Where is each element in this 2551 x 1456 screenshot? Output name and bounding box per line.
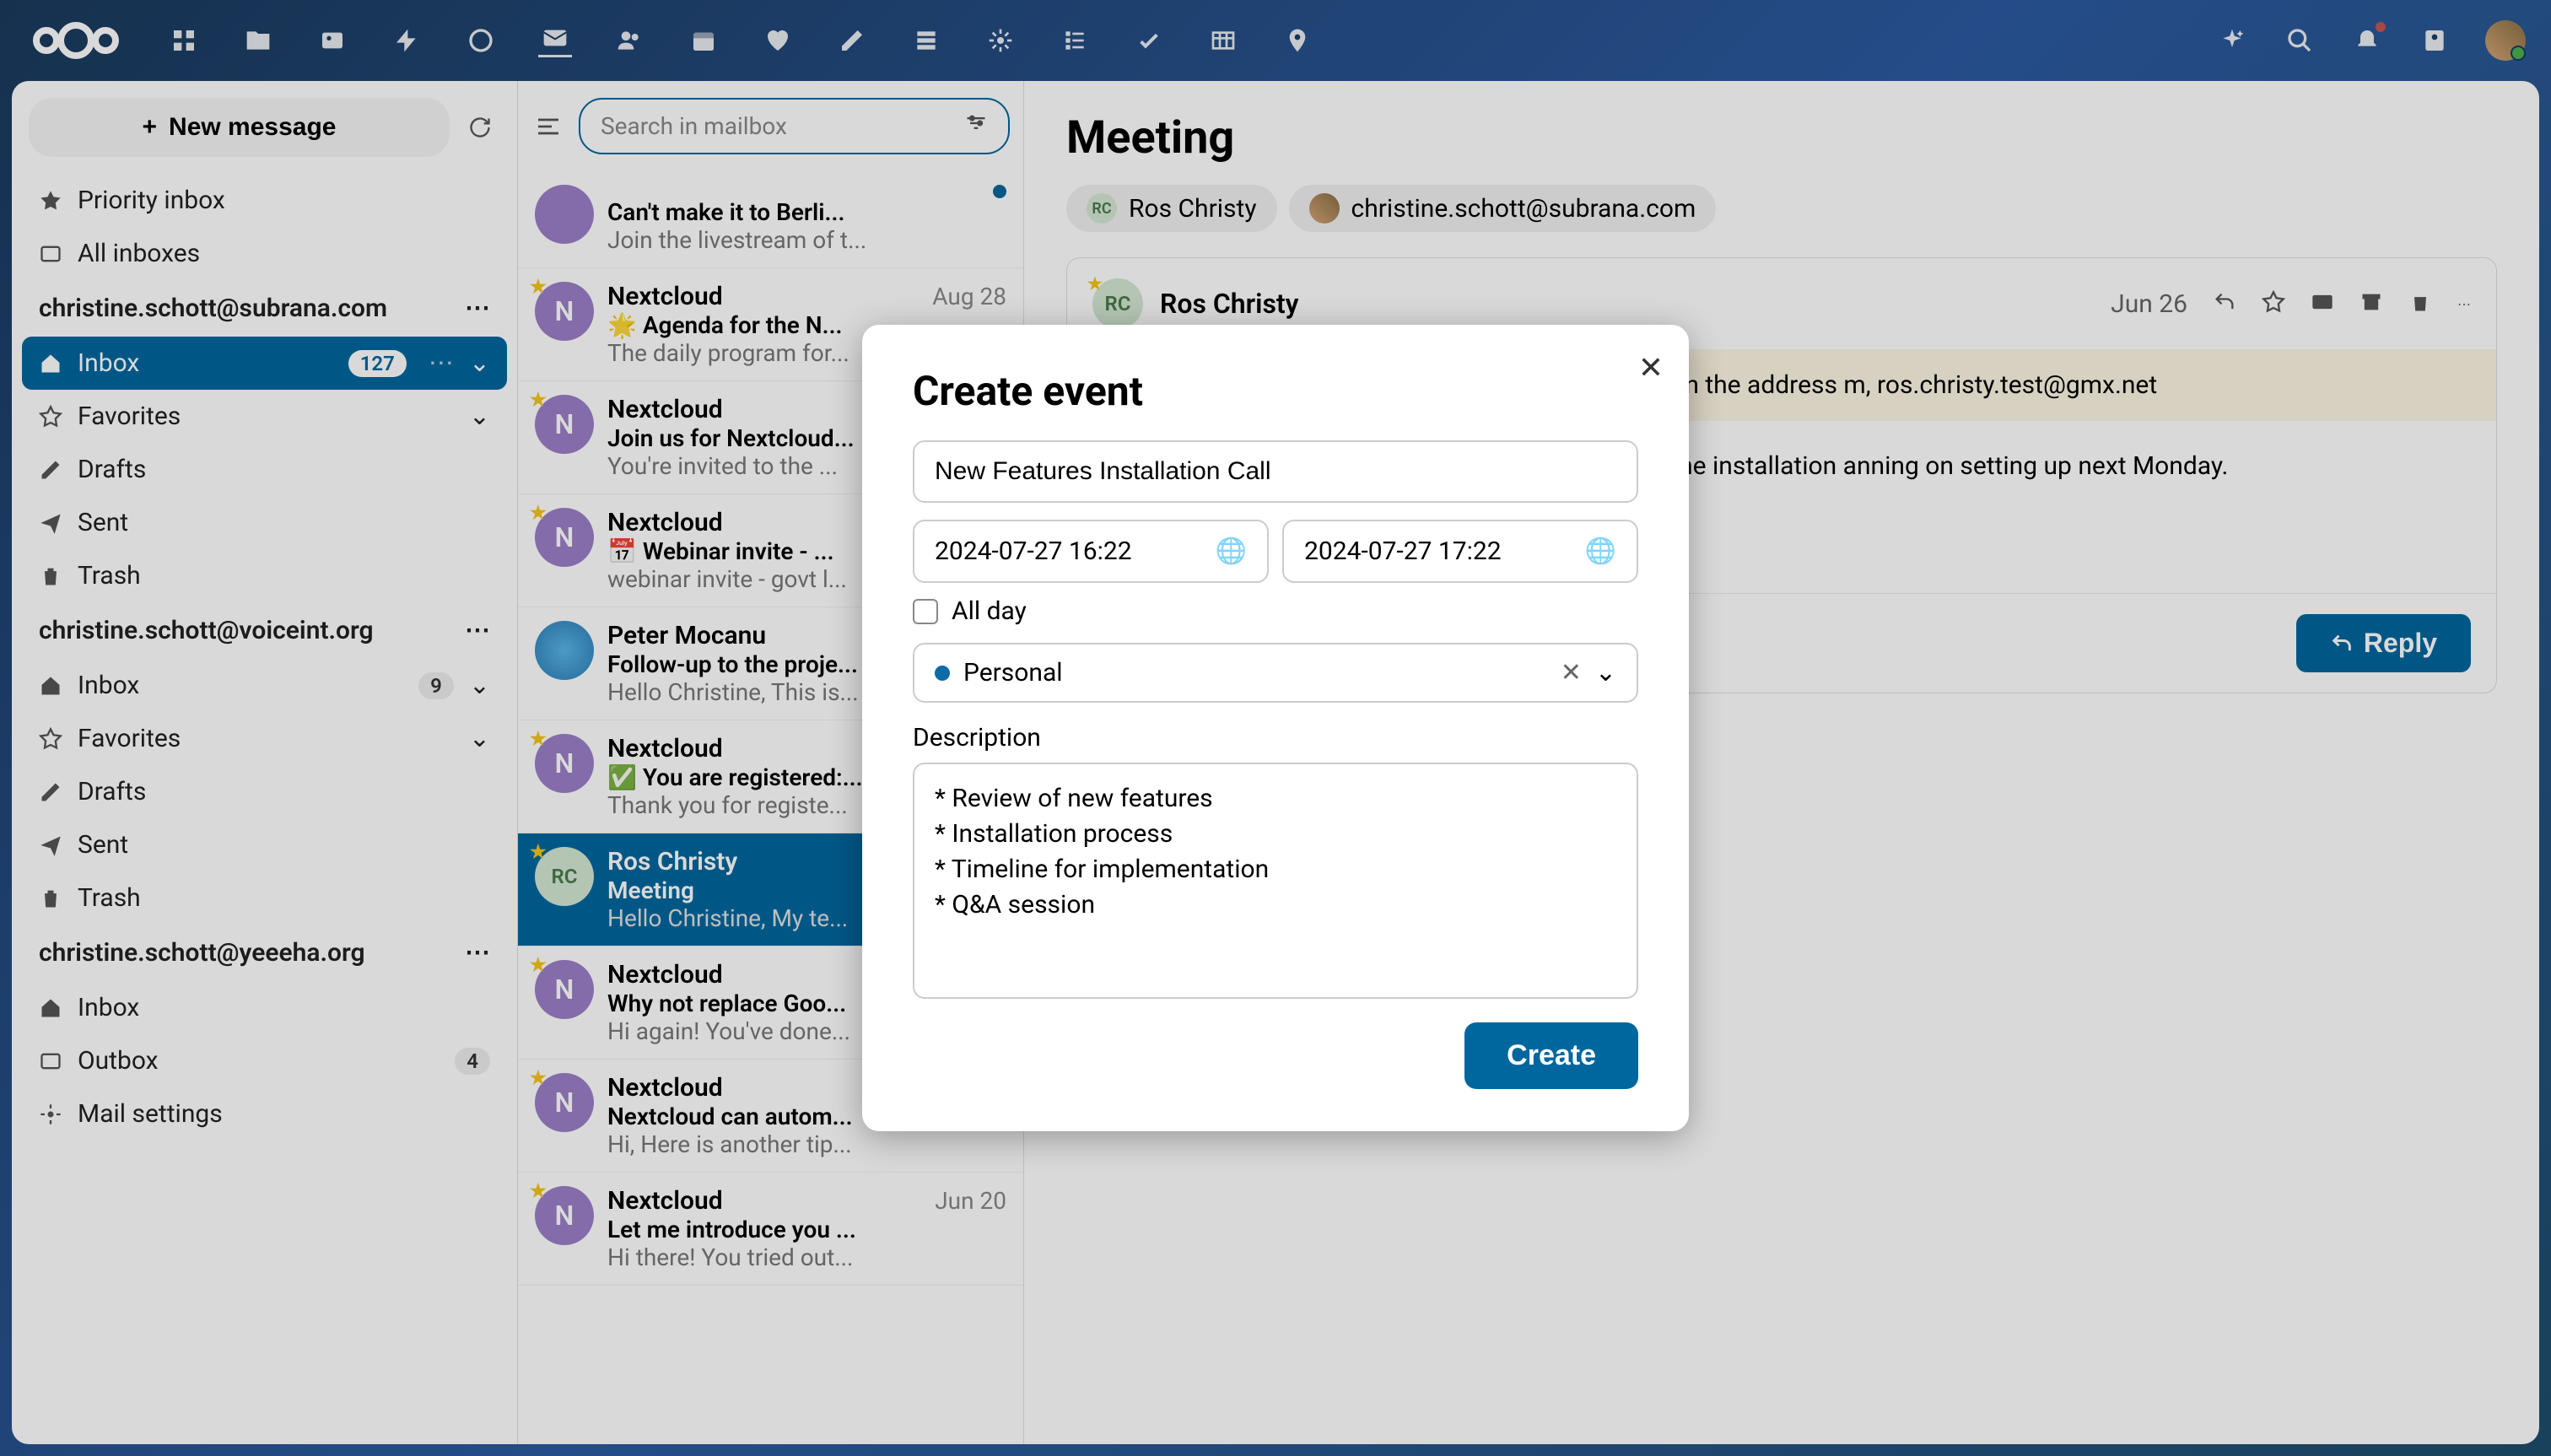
modal-title: Create event: [913, 367, 1638, 415]
description-label: Description: [913, 723, 1638, 752]
allday-label: All day: [952, 596, 1027, 626]
calendar-color-dot: [935, 666, 950, 681]
end-date-input[interactable]: 2024-07-27 17:22 🌐: [1282, 520, 1638, 583]
description-textarea[interactable]: [913, 763, 1638, 999]
start-date-value: 2024-07-27 16:22: [935, 537, 1132, 566]
create-button[interactable]: Create: [1464, 1022, 1638, 1089]
chevron-down-icon[interactable]: ⌄: [1595, 658, 1616, 688]
allday-checkbox[interactable]: [913, 599, 938, 624]
globe-icon[interactable]: 🌐: [1585, 537, 1616, 566]
end-date-value: 2024-07-27 17:22: [1304, 537, 1502, 566]
calendar-name: Personal: [963, 658, 1063, 688]
modal-overlay[interactable]: ✕ Create event 2024-07-27 16:22 🌐 2024-0…: [0, 0, 2551, 1456]
close-icon[interactable]: ✕: [1638, 350, 1664, 386]
create-event-modal: ✕ Create event 2024-07-27 16:22 🌐 2024-0…: [862, 325, 1689, 1131]
globe-icon[interactable]: 🌐: [1216, 537, 1247, 566]
start-date-input[interactable]: 2024-07-27 16:22 🌐: [913, 520, 1269, 583]
clear-icon[interactable]: ✕: [1561, 658, 1582, 688]
calendar-select[interactable]: Personal ✕ ⌄: [913, 643, 1638, 703]
event-title-input[interactable]: [913, 440, 1638, 503]
